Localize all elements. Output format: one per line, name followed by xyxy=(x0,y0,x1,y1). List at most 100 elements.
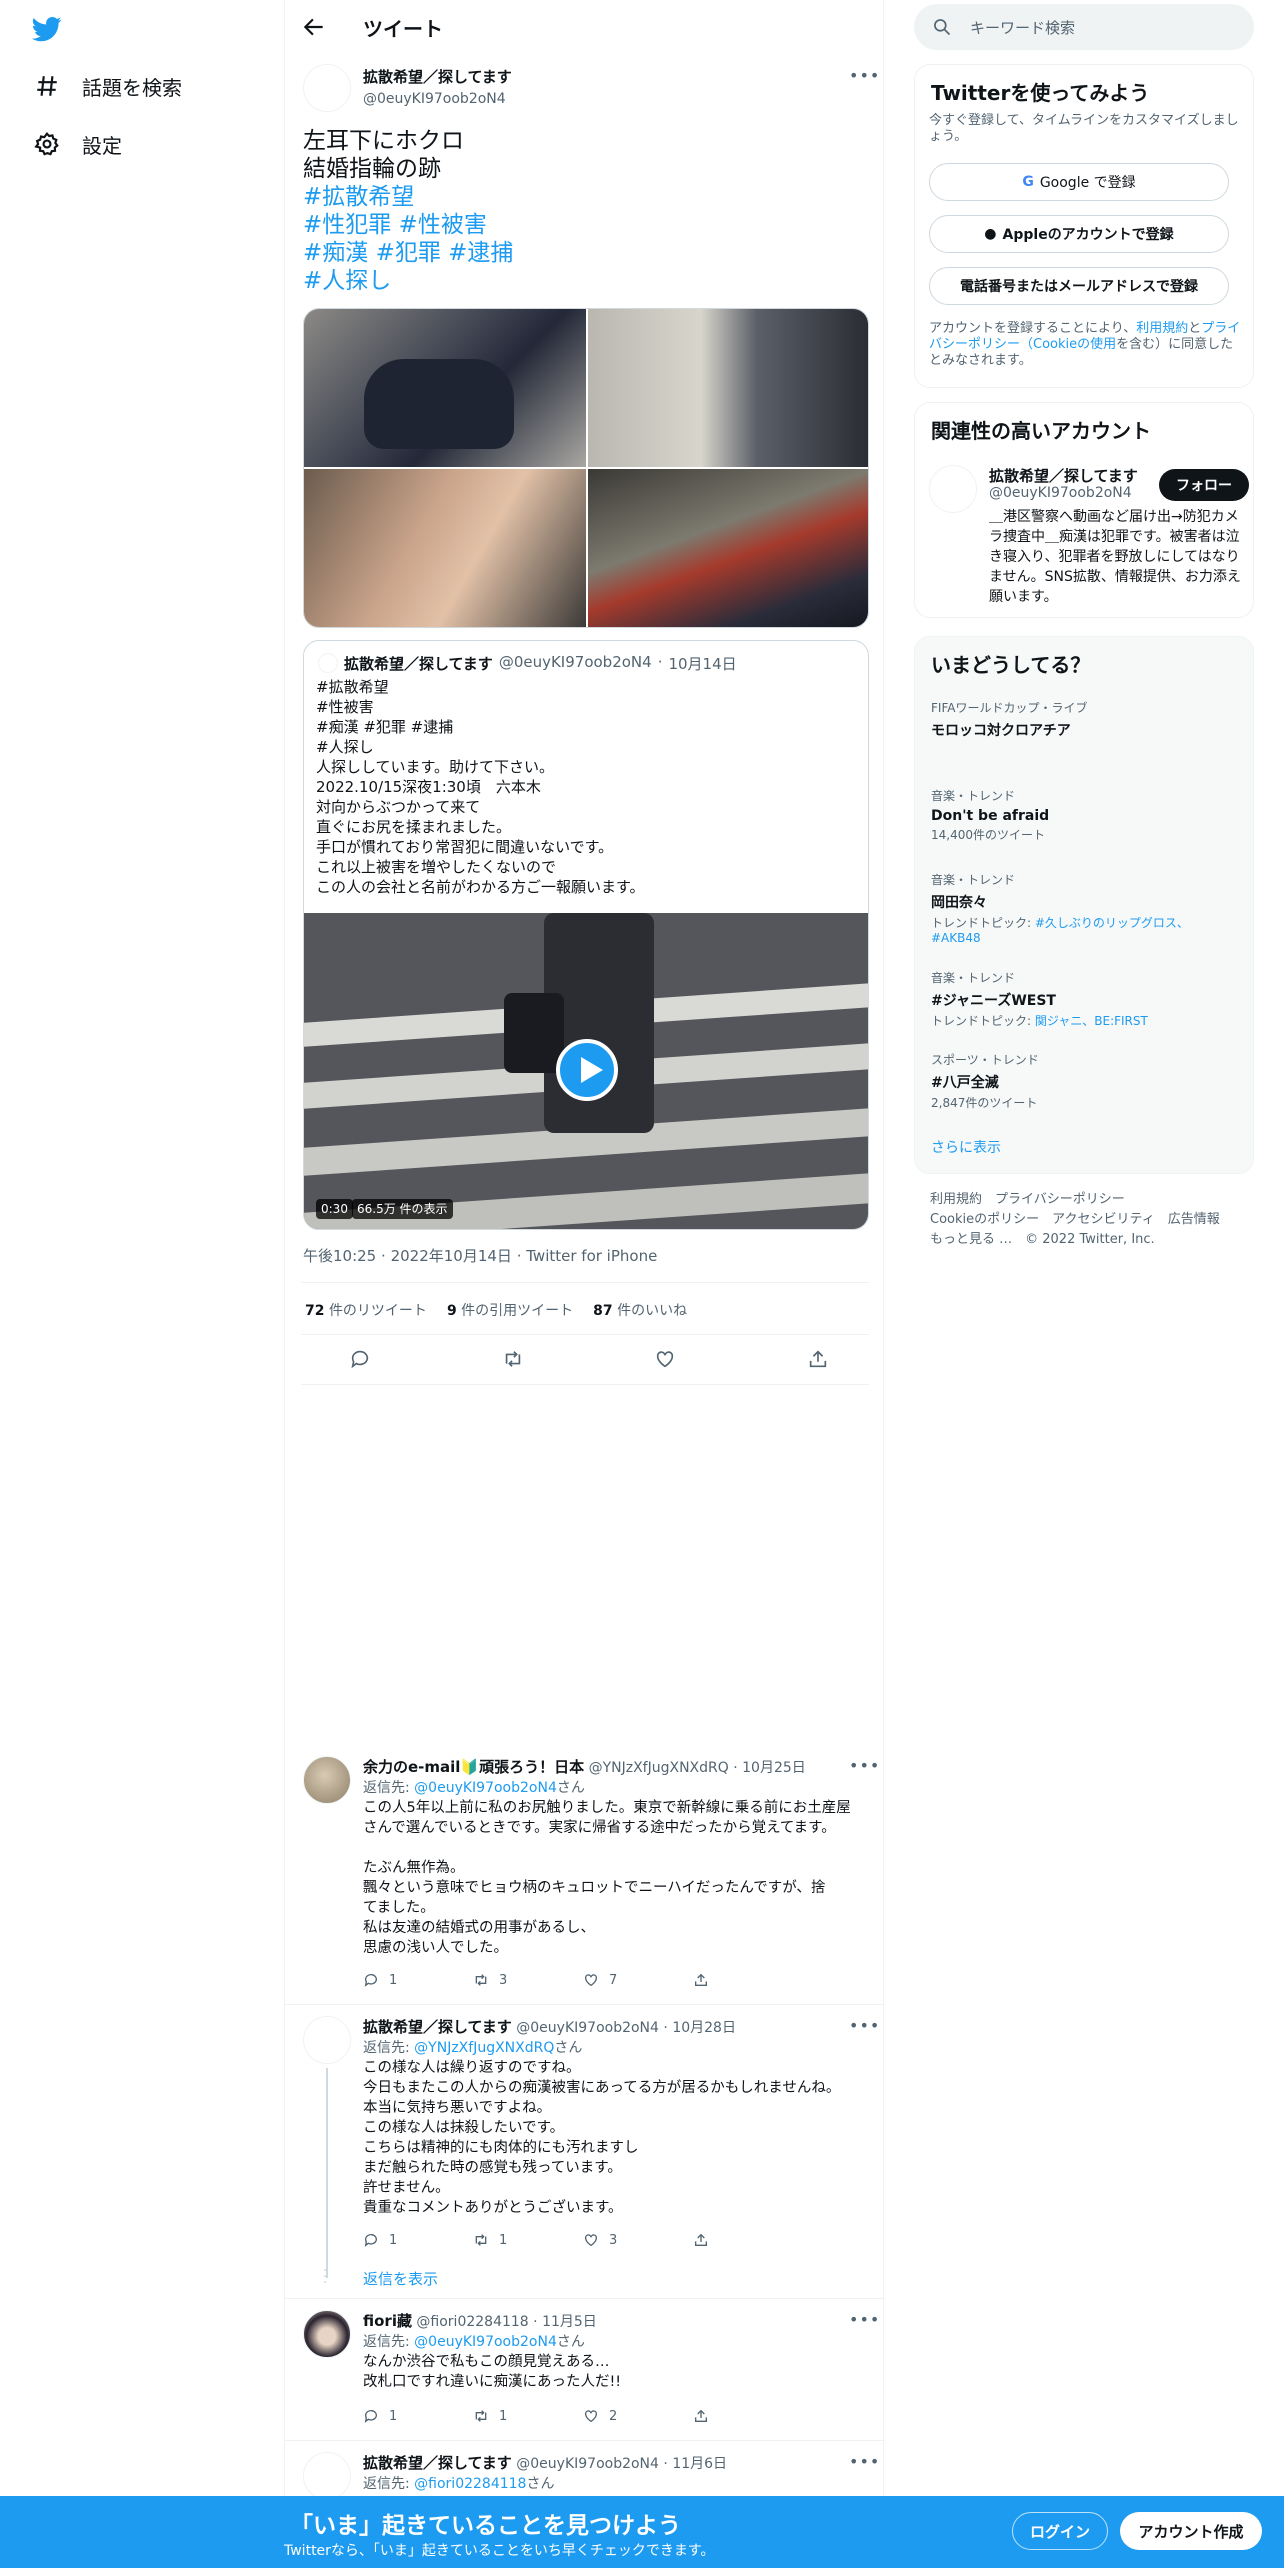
hashtag-line[interactable]: #拡散希望 xyxy=(303,183,863,211)
more-icon[interactable]: ••• xyxy=(849,2310,880,2329)
reply-header[interactable]: 拡散希望／探してます @0euyKI97oob2oN4 · 10月28日 xyxy=(363,2016,736,2037)
more-icon[interactable]: ••• xyxy=(849,1756,880,1775)
share-action[interactable] xyxy=(693,1972,803,1988)
phone-signup-button[interactable]: 電話番号またはメールアドレスで登録 xyxy=(929,267,1229,305)
footer-line[interactable]: もっと見る … © 2022 Twitter, Inc. xyxy=(930,1230,1220,1250)
quoted-tweet[interactable]: 拡散希望／探してます @0euyKI97oob2oN4 · 10月14日 #拡散… xyxy=(303,640,869,1230)
reply-action[interactable]: 1 xyxy=(363,2408,473,2424)
photo-3[interactable] xyxy=(304,469,586,627)
google-signup-button[interactable]: G Google で登録 xyxy=(929,163,1229,201)
share-action[interactable] xyxy=(693,2232,803,2248)
like-action[interactable]: 7 xyxy=(583,1972,693,1988)
tweet-time[interactable]: 午後10:25 xyxy=(303,1247,376,1265)
footer-line[interactable]: 利用規約 プライバシーポリシー xyxy=(930,1190,1220,1210)
follow-button[interactable]: フォロー xyxy=(1159,469,1249,501)
trend-item[interactable]: スポーツ・トレンド #八戸全滅 2,847件のツイート xyxy=(931,1051,1231,1111)
bottom-signup-bar: 「いま」起きていることを見つけよう Twitterなら、「いま」起きていることを… xyxy=(0,2496,1284,2568)
tweet-date[interactable]: 2022年10月14日 xyxy=(391,1247,512,1265)
footer-links: 利用規約 プライバシーポリシー Cookieのポリシー アクセシビリティ 広告情… xyxy=(930,1190,1220,1250)
reply-icon[interactable] xyxy=(349,1348,371,1370)
trend-item[interactable]: 音楽・トレンド #ジャニーズWEST トレンドトピック: 関ジャニ、BE:FIR… xyxy=(931,969,1231,1029)
quote-count[interactable]: 9 件の引用ツイート xyxy=(447,1300,573,1320)
retweet-action[interactable]: 1 xyxy=(473,2232,583,2248)
more-icon[interactable]: ••• xyxy=(849,2016,880,2035)
like-action[interactable]: 3 xyxy=(583,2232,693,2248)
retweet-icon xyxy=(475,2234,487,2246)
reply-actions: 1 1 2 xyxy=(363,2408,803,2424)
nav-settings[interactable]: 設定 xyxy=(34,124,122,164)
nav-explore[interactable]: 話題を検索 xyxy=(34,66,182,106)
back-arrow-icon[interactable] xyxy=(301,14,327,40)
signup-button[interactable]: アカウント作成 xyxy=(1120,2512,1262,2550)
hashtag-line[interactable]: #痴漢 #犯罪 #逮捕 xyxy=(303,239,863,267)
trend-item[interactable]: 音楽・トレンド Don't be afraid 14,400件のツイート xyxy=(931,787,1231,843)
footer-line[interactable]: Cookieのポリシー アクセシビリティ 広告情報 xyxy=(930,1210,1220,1230)
reply-avatar[interactable] xyxy=(303,2452,351,2500)
reply-to-handle[interactable]: @fiori02284118 xyxy=(414,2476,526,2492)
author-name: 拡散希望／探してます xyxy=(363,68,512,86)
related-name[interactable]: 拡散希望／探してます xyxy=(989,465,1138,486)
more-icon[interactable]: ••• xyxy=(849,66,880,85)
reply-avatar[interactable] xyxy=(303,2310,351,2358)
reply-header[interactable]: 余力のe-mail🔰頑張ろう！日本 @YNJzXfJugXNXdRQ · 10月… xyxy=(363,1756,806,1777)
reply-to-handle[interactable]: @YNJzXfJugXNXdRQ xyxy=(414,2040,554,2056)
hashtag-line[interactable]: #性犯罪 #性被害 xyxy=(303,211,863,239)
more-icon[interactable]: ••• xyxy=(849,2452,880,2471)
quote-line: #人探し xyxy=(316,738,374,756)
related-avatar[interactable] xyxy=(929,465,977,513)
share-icon[interactable] xyxy=(807,1348,829,1370)
share-action[interactable] xyxy=(693,2408,803,2424)
divider xyxy=(301,1384,869,1385)
tweet-author[interactable]: 拡散希望／探してます @0euyKI97oob2oN4 xyxy=(363,66,512,110)
reply-avatar[interactable] xyxy=(303,1756,351,1804)
like-count[interactable]: 87 件のいいね xyxy=(593,1300,687,1320)
twitter-logo-icon[interactable] xyxy=(30,14,64,44)
tweet-stats: 72 件のリツイート 9 件の引用ツイート 87 件のいいね xyxy=(305,1300,687,1320)
search-bar[interactable]: キーワード検索 xyxy=(914,4,1254,50)
retweet-action[interactable]: 1 xyxy=(473,2408,583,2424)
login-button[interactable]: ログイン xyxy=(1012,2512,1108,2550)
reply-action[interactable]: 1 xyxy=(363,2232,473,2248)
hashtag-line[interactable]: #人探し xyxy=(303,267,863,295)
retweet-icon[interactable] xyxy=(502,1348,524,1370)
trend-item[interactable]: 音楽・トレンド 岡田奈々 トレンドトピック: #久しぶりのリップグロス、#AKB… xyxy=(931,871,1231,946)
reply-header[interactable]: fiori藏 @fiori02284118 · 11月5日 xyxy=(363,2310,597,2331)
reply-action[interactable]: 1 xyxy=(363,1972,473,1988)
reply-to-handle[interactable]: @0euyKI97oob2oN4 xyxy=(414,1780,557,1796)
video-player[interactable]: 0:30 66.5万 件の表示 xyxy=(304,913,868,1229)
like-icon[interactable] xyxy=(654,1348,676,1370)
terms-link[interactable]: 利用規約 xyxy=(1136,321,1188,336)
apple-signup-button[interactable]: ● Appleのアカウントで登録 xyxy=(929,215,1229,253)
quote-line: #拡散希望 xyxy=(316,678,389,696)
photo-grid xyxy=(303,308,869,628)
quote-line: #痴漢 #犯罪 #逮捕 xyxy=(316,718,454,736)
reply-header[interactable]: 拡散希望／探してます @0euyKI97oob2oN4 · 11月6日 xyxy=(363,2452,727,2473)
photo-4[interactable] xyxy=(588,469,868,627)
tweet-source[interactable]: Twitter for iPhone xyxy=(526,1247,657,1265)
reply-author-handle: @YNJzXfJugXNXdRQ xyxy=(588,1760,729,1776)
photo-2[interactable] xyxy=(588,309,868,467)
gear-icon xyxy=(34,132,59,156)
play-button-icon[interactable] xyxy=(556,1039,618,1101)
reply-author-name: fiori藏 xyxy=(363,2312,412,2330)
reply-to: 返信先: @YNJzXfJugXNXdRQさん xyxy=(363,2040,583,2056)
trends-card: いまどうしてる？ FIFAワールドカップ・ライブ モロッコ対クロアチア 音楽・ト… xyxy=(914,636,1254,1174)
quote-avatar xyxy=(318,653,338,673)
reply-to-handle[interactable]: @0euyKI97oob2oN4 xyxy=(414,2334,557,2350)
author-avatar[interactable] xyxy=(303,64,351,112)
photo-1[interactable] xyxy=(304,309,586,467)
reply-icon xyxy=(364,2410,377,2423)
reply-icon xyxy=(364,1974,377,1987)
retweet-action[interactable]: 3 xyxy=(473,1972,583,1988)
show-replies-link[interactable]: 返信を表示 xyxy=(363,2268,438,2289)
quote-line: 2022.10/15深夜1:30頃 六本木 xyxy=(316,778,541,796)
like-action[interactable]: 2 xyxy=(583,2408,693,2424)
retweet-count[interactable]: 72 件のリツイート xyxy=(305,1300,427,1320)
show-more-link[interactable]: さらに表示 xyxy=(931,1137,1001,1157)
quote-line: この人の会社と名前がわかる方ご一報願います。 xyxy=(316,878,645,896)
quote-date: 10月14日 xyxy=(668,655,737,673)
trend-item[interactable]: FIFAワールドカップ・ライブ モロッコ対クロアチア xyxy=(931,699,1231,740)
reply-avatar[interactable] xyxy=(303,2016,351,2064)
terms-text: アカウントを登録することにより、利用規約とプライバシーポリシー（Cookieの使… xyxy=(929,321,1241,368)
reply-icon xyxy=(364,2234,377,2247)
